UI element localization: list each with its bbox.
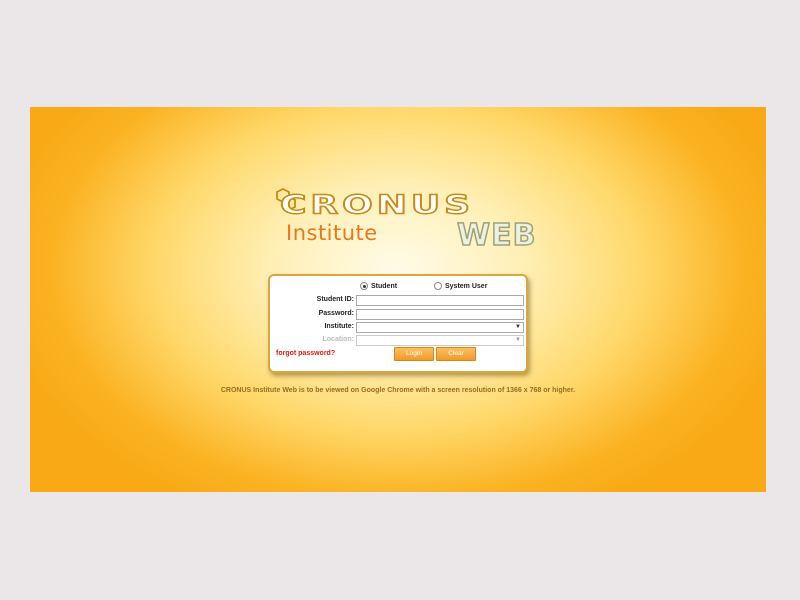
forgot-password-link[interactable]: forgot password? bbox=[276, 350, 335, 357]
student-id-input[interactable] bbox=[356, 295, 524, 306]
clear-button[interactable]: Clear bbox=[436, 347, 476, 361]
radio-unselected-icon bbox=[434, 282, 442, 290]
login-button[interactable]: Login bbox=[394, 347, 434, 361]
login-page-panel: CRONUS Institute WEB Student System User… bbox=[30, 107, 766, 492]
password-input[interactable] bbox=[356, 309, 524, 320]
student-id-label: Student ID: bbox=[316, 296, 354, 303]
dropdown-arrow-icon: ▼ bbox=[515, 337, 521, 343]
system-user-radio-label: System User bbox=[445, 282, 488, 290]
student-radio[interactable]: Student bbox=[360, 282, 397, 290]
user-type-selector: Student System User bbox=[270, 282, 526, 292]
institute-select[interactable]: ▼ bbox=[356, 322, 524, 333]
location-label: Location: bbox=[322, 336, 355, 343]
logo-cronus-text: CRONUS bbox=[279, 190, 475, 220]
student-id-row: Student ID: bbox=[270, 295, 526, 306]
browser-notice: CRONUS Institute Web is to be viewed on … bbox=[220, 387, 576, 394]
student-radio-label: Student bbox=[371, 282, 398, 290]
institute-row: Institute: ▼ bbox=[270, 322, 526, 333]
password-row: Password: bbox=[270, 309, 526, 320]
logo-institute-text: Institute bbox=[286, 221, 378, 245]
institute-label: Institute: bbox=[324, 323, 354, 330]
dropdown-arrow-icon: ▼ bbox=[515, 324, 521, 330]
system-user-radio[interactable]: System User bbox=[434, 282, 487, 290]
location-row: Location: ▼ bbox=[270, 335, 526, 346]
login-form: Student System User Student ID: Password… bbox=[268, 274, 528, 373]
location-select[interactable]: ▼ bbox=[356, 335, 524, 346]
radio-selected-icon bbox=[360, 282, 368, 290]
logo-web-text: WEB bbox=[456, 217, 537, 254]
cronus-logo: CRONUS Institute WEB bbox=[274, 187, 537, 267]
password-label: Password: bbox=[318, 310, 354, 317]
